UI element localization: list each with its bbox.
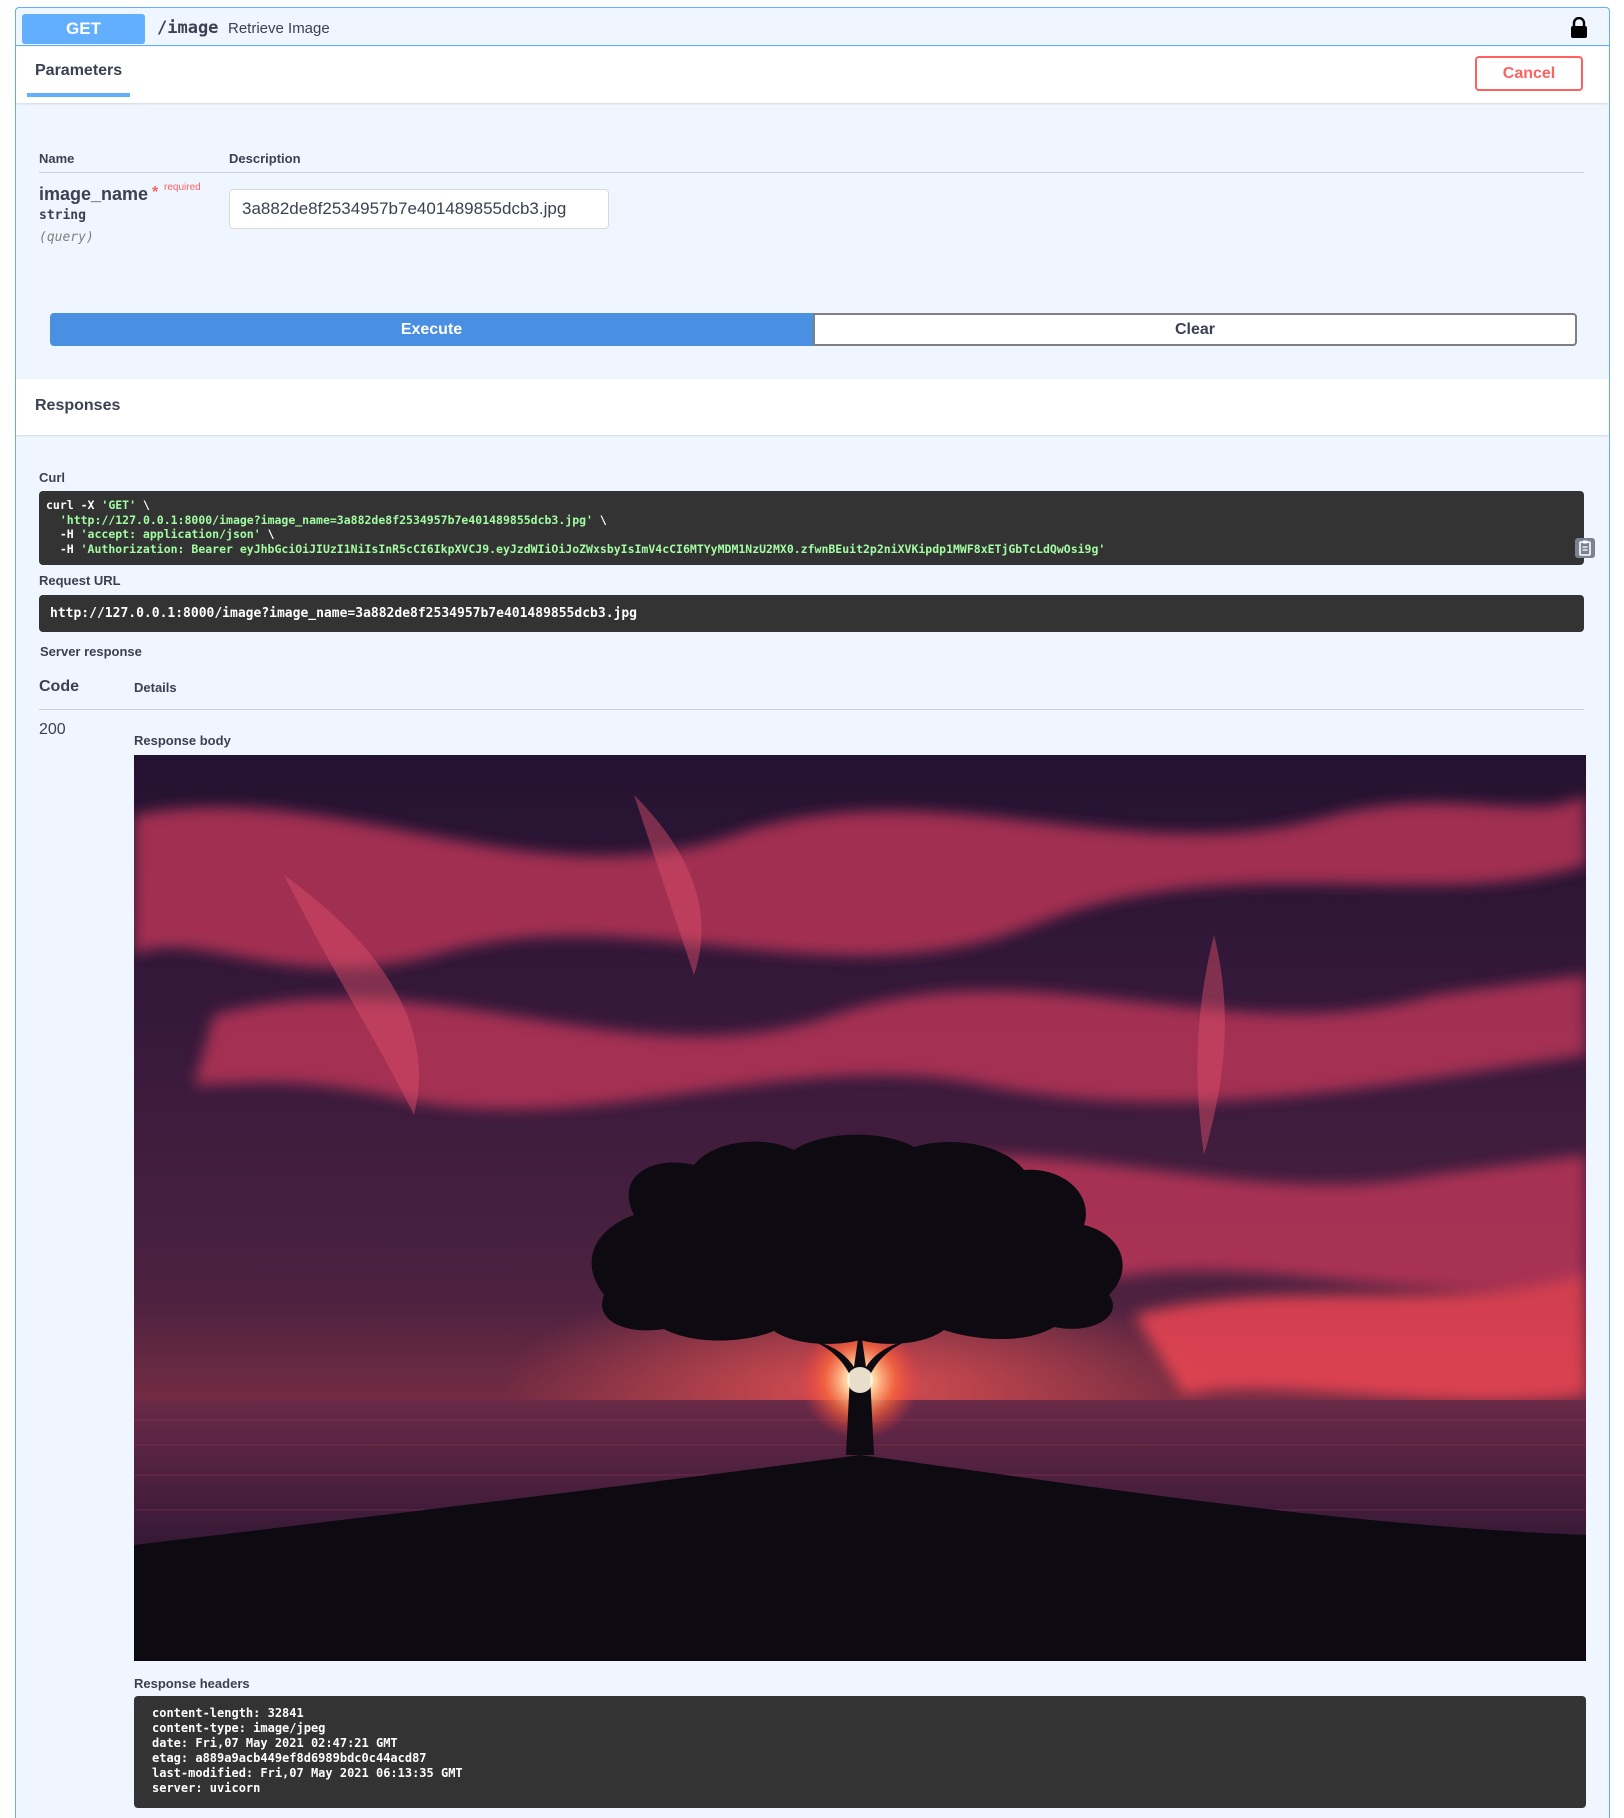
column-details-header: Details	[134, 680, 177, 695]
status-code: 200	[39, 721, 66, 738]
method-badge: GET	[22, 14, 145, 44]
request-url-label: Request URL	[39, 573, 121, 588]
operation-block: GET /image Retrieve Image Parameters Can…	[15, 7, 1610, 1818]
lock-icon[interactable]	[1570, 17, 1588, 39]
column-code-header: Code	[39, 678, 79, 695]
column-name-header: Name	[39, 151, 75, 166]
execute-button[interactable]: Execute	[50, 313, 813, 346]
clear-button[interactable]: Clear	[813, 313, 1577, 346]
curl-label: Curl	[39, 470, 65, 485]
tab-parameters[interactable]: Parameters	[35, 62, 122, 80]
response-header-line: content-type: image/jpeg	[152, 1721, 326, 1735]
response-headers-block[interactable]: content-length: 32841 content-type: image…	[134, 1696, 1586, 1808]
curl-line: curl -X 'GET' \	[46, 498, 150, 512]
required-star: *	[152, 184, 159, 201]
response-image	[134, 755, 1586, 1661]
response-header-line: content-length: 32841	[152, 1706, 304, 1720]
response-headers: content-length: 32841 content-type: image…	[152, 1706, 463, 1796]
divider	[39, 709, 1584, 710]
parameter-name: image_name	[39, 184, 149, 204]
required-label: required	[164, 182, 201, 193]
cancel-button[interactable]: Cancel	[1475, 56, 1583, 91]
curl-line: -H 'accept: application/json' \	[46, 527, 275, 541]
response-header-line: date: Fri,07 May 2021 02:47:21 GMT	[152, 1736, 398, 1750]
responses-title: Responses	[35, 397, 121, 414]
request-url: http://127.0.0.1:8000/image?image_name=3…	[50, 606, 637, 621]
curl-command: curl -X 'GET' \ 'http://127.0.0.1:8000/i…	[46, 498, 1105, 556]
parameter-location: (query)	[39, 230, 94, 245]
response-header-line: last-modified: Fri,07 May 2021 06:13:35 …	[152, 1766, 463, 1780]
responses-header: Responses	[16, 379, 1609, 435]
endpoint-path: /image	[157, 18, 219, 38]
response-header-line: etag: a889a9acb449ef8d6989bdc0c44acd87	[152, 1751, 427, 1765]
curl-line: 'http://127.0.0.1:8000/image?image_name=…	[59, 512, 607, 527]
image-name-input[interactable]	[229, 189, 609, 229]
curl-block[interactable]: curl -X 'GET' \ 'http://127.0.0.1:8000/i…	[39, 491, 1595, 565]
divider	[39, 172, 1584, 173]
endpoint-description: Retrieve Image	[228, 20, 330, 37]
request-url-block[interactable]: http://127.0.0.1:8000/image?image_name=3…	[39, 595, 1584, 632]
parameters-header: Parameters Cancel	[16, 47, 1609, 103]
tab-underline	[27, 93, 130, 97]
parameter-type: string	[39, 208, 86, 223]
curl-line: -H 'Authorization: Bearer eyJhbGciOiJIUz…	[46, 541, 1106, 556]
copy-icon[interactable]	[1574, 537, 1596, 559]
server-response-label: Server response	[40, 644, 142, 659]
operation-summary[interactable]: GET /image Retrieve Image	[16, 8, 1609, 46]
response-header-line: server: uvicorn	[152, 1781, 261, 1795]
column-description-header: Description	[229, 151, 301, 166]
response-headers-label: Response headers	[134, 1676, 250, 1691]
response-body-label: Response body	[134, 733, 231, 748]
